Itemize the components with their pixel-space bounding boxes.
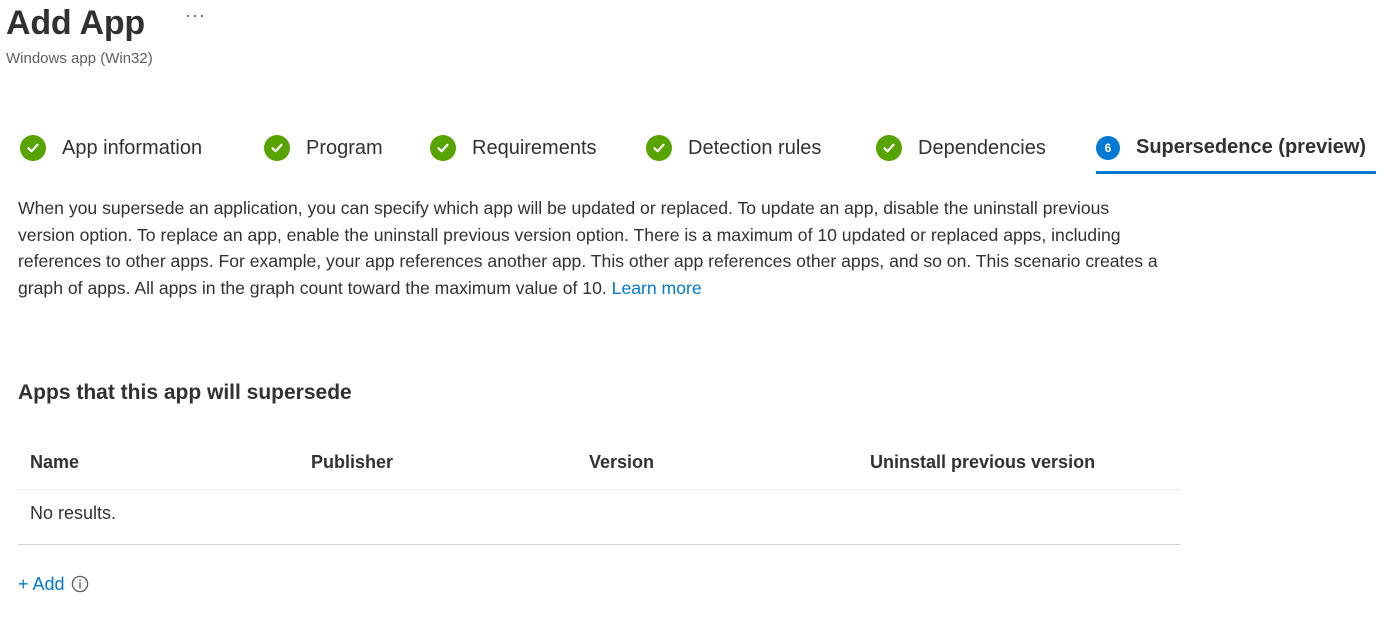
checkmark-icon (264, 135, 290, 161)
section-title: Apps that this app will supersede (18, 381, 352, 404)
title-row: Add App ··· (6, 0, 606, 48)
checkmark-icon (430, 135, 456, 161)
column-header-version[interactable]: Version (589, 452, 654, 473)
step-dependencies[interactable]: Dependencies (876, 124, 1046, 172)
step-label: Dependencies (918, 136, 1046, 159)
learn-more-link[interactable]: Learn more (612, 278, 702, 298)
step-number-badge: 6 (1096, 135, 1120, 160)
step-label: Program (306, 136, 383, 159)
table-row: No results. (18, 490, 1180, 545)
checkmark-icon (876, 135, 902, 161)
step-app-information[interactable]: App information (20, 124, 202, 172)
add-row: + Add (18, 572, 89, 596)
step-detection-rules[interactable]: Detection rules (646, 124, 821, 172)
step-label: Requirements (472, 136, 597, 159)
supersede-table: Name Publisher Version Uninstall previou… (18, 437, 1180, 545)
column-header-publisher[interactable]: Publisher (311, 452, 393, 473)
step-label: Detection rules (688, 136, 822, 159)
step-program[interactable]: Program (264, 124, 383, 172)
checkmark-icon (646, 135, 672, 161)
wizard-steps: App information Program Requirements Det… (0, 124, 1397, 174)
page-title: Add App (6, 4, 145, 42)
add-button[interactable]: + Add (18, 574, 65, 595)
column-header-uninstall-previous-version[interactable]: Uninstall previous version (870, 452, 1095, 473)
page: Add App ··· Windows app (Win32) App info… (0, 0, 1397, 619)
page-subtitle: Windows app (Win32) (6, 50, 153, 67)
checkmark-icon (20, 135, 46, 161)
page-header: Add App ··· Windows app (Win32) (6, 0, 606, 67)
column-header-name[interactable]: Name (30, 452, 79, 473)
description-text: When you supersede an application, you c… (18, 198, 1158, 298)
step-supersedence[interactable]: 6 Supersedence (preview) (1096, 124, 1376, 174)
step-label: Supersedence (preview) (1136, 136, 1367, 158)
no-results-text: No results. (30, 503, 117, 523)
supersedence-description: When you supersede an application, you c… (18, 195, 1168, 301)
info-icon[interactable] (71, 575, 89, 593)
step-requirements[interactable]: Requirements (430, 124, 597, 172)
step-label: App information (62, 136, 203, 159)
more-options-button[interactable]: ··· (185, 0, 206, 30)
table-header: Name Publisher Version Uninstall previou… (18, 437, 1180, 490)
